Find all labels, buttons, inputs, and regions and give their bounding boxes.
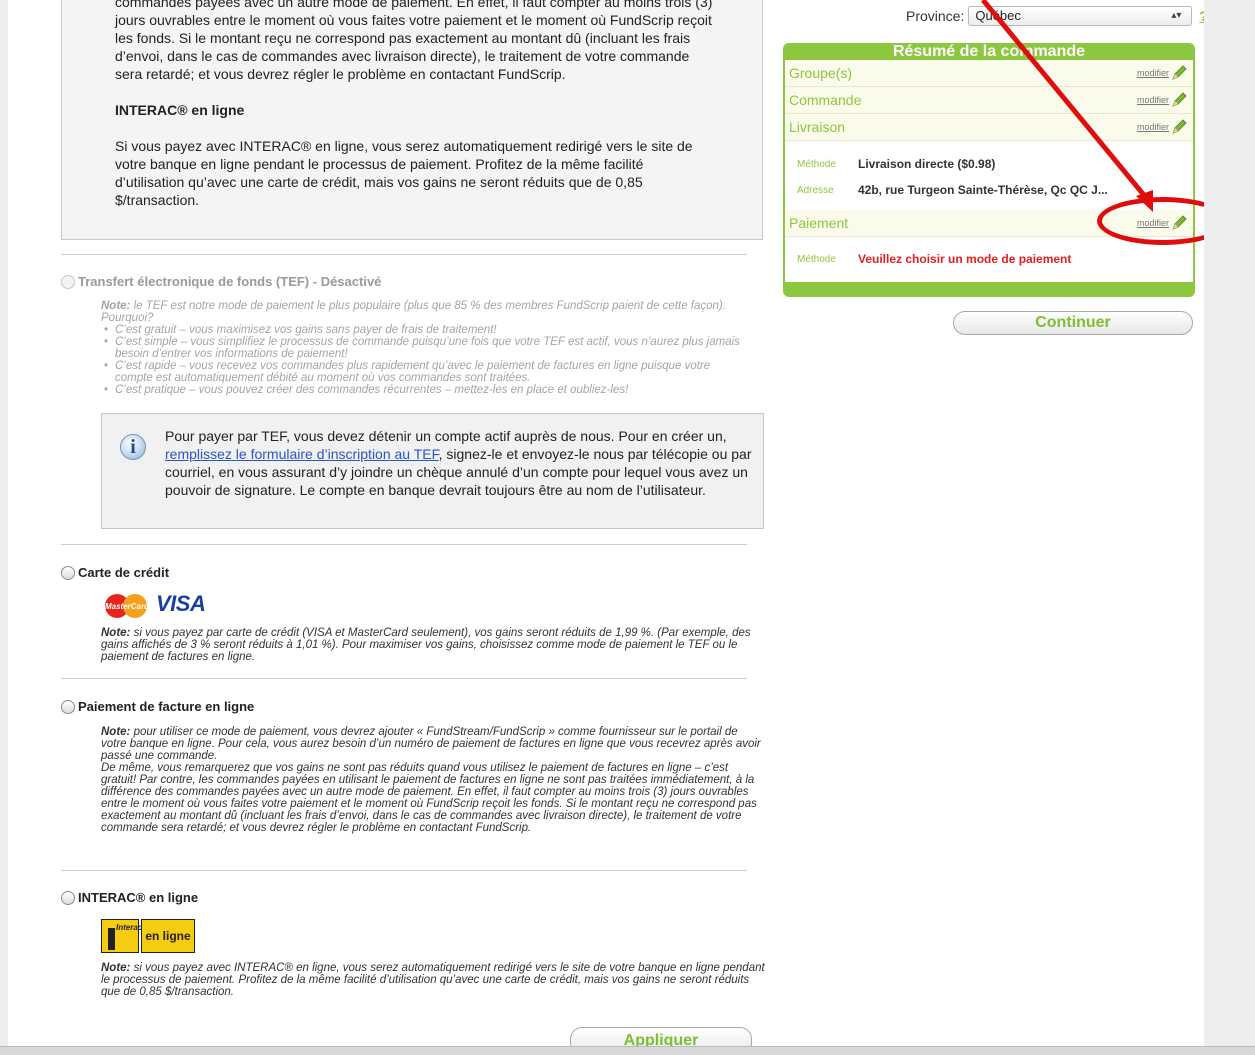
bill-payment-label: Paiement de facture en ligne	[78, 699, 255, 714]
tef-info-box: i Pour payer par TEF, vous devez détenir…	[101, 413, 764, 529]
option-tef: Transfert électronique de fonds (TEF) - …	[61, 274, 381, 289]
bill-payment-note-text-2: De même, vous remarquerez que vos gains …	[101, 762, 757, 834]
list-item: C’est pratique – vous pouvez créer des c…	[104, 384, 751, 396]
divider	[61, 870, 747, 871]
interac-note: Note: si vous payez avec INTERAC® en lig…	[101, 962, 766, 998]
tef-info-text: Pour payer par TEF, vous devez détenir u…	[165, 427, 755, 499]
option-credit-card[interactable]: Carte de crédit	[61, 565, 169, 580]
bill-payment-note-text-1: pour utiliser ce mode de paiement, vous …	[101, 726, 761, 762]
payment-method-warning: Veuillez choisir un mode de paiement	[858, 252, 1072, 266]
visa-logo: VISA	[156, 591, 206, 616]
interac-logo-mark: Interac	[101, 919, 143, 953]
option-bill-payment[interactable]: Paiement de facture en ligne	[61, 699, 254, 714]
divider	[61, 678, 747, 679]
list-item: C’est simple – vous simplifiez le proces…	[104, 336, 751, 360]
payment-method: Méthode Veuillez choisir un mode de paie…	[797, 252, 1071, 266]
interac-logo-small-text: Interac	[116, 923, 143, 932]
interac-details-text: Si vous payez avec INTERAC® en ligne, vo…	[115, 138, 693, 208]
mastercard-logo: MasterCard	[105, 594, 150, 618]
interac-logo: Interac en ligne	[101, 919, 197, 953]
list-item: C’est gratuit – vous maximisez vos gains…	[104, 324, 751, 336]
interac-note-text: si vous payez avec INTERAC® en ligne, vo…	[101, 962, 765, 998]
tef-note-intro: le TEF est notre mode de paiement le plu…	[101, 300, 726, 324]
divider	[61, 544, 747, 545]
mastercard-logo-text: MasterCard	[105, 602, 150, 611]
apply-button[interactable]: Appliquer	[570, 1027, 752, 1046]
interac-radio[interactable]	[61, 890, 75, 905]
summary-row-label: Paiement	[789, 215, 849, 231]
detail-key: Adresse	[797, 184, 834, 196]
credit-card-radio[interactable]	[61, 565, 75, 580]
summary-row-label: Commande	[789, 92, 862, 108]
bill-payment-details-text: commandes payées avec un autre mode de p…	[115, 0, 713, 82]
bill-payment-note: Note: pour utiliser ce mode de paiement,…	[101, 726, 761, 834]
payment-info-box: commandes payées avec un autre mode de p…	[61, 0, 763, 240]
interac-label: INTERAC® en ligne	[78, 890, 199, 905]
detail-key: Méthode	[797, 158, 836, 170]
credit-card-note: Note: si vous payez par carte de crédit …	[101, 627, 761, 663]
credit-card-label: Carte de crédit	[78, 565, 170, 580]
interac-logo-text: en ligne	[141, 919, 195, 953]
tef-radio	[61, 274, 75, 289]
province-label: Province:	[906, 8, 965, 24]
note-label: Note:	[101, 300, 131, 312]
note-label: Note:	[101, 627, 131, 639]
bill-payment-radio[interactable]	[61, 699, 75, 714]
info-text-before: Pour payer par TEF, vous devez détenir u…	[165, 428, 727, 444]
summary-row-label: Groupe(s)	[789, 65, 853, 81]
interac-heading: INTERAC® en ligne	[115, 102, 245, 118]
continue-button[interactable]: Continuer	[953, 311, 1193, 335]
page: commandes payées avec un autre mode de p…	[8, 0, 1204, 1046]
tef-label: Transfert électronique de fonds (TEF) - …	[78, 274, 382, 289]
list-item: C’est rapide – vous recevez vos commande…	[104, 360, 751, 384]
tef-note: Note: le TEF est notre mode de paiement …	[101, 300, 751, 396]
summary-row-label: Livraison	[789, 119, 846, 135]
credit-card-note-text: si vous payez par carte de crédit (VISA …	[101, 627, 751, 663]
callout-arrow	[981, 0, 1153, 212]
info-icon: i	[120, 434, 146, 460]
detail-key: Méthode	[797, 253, 836, 265]
option-interac[interactable]: INTERAC® en ligne	[61, 890, 198, 905]
tef-benefits-list: C’est gratuit – vous maximisez vos gains…	[101, 324, 751, 396]
tef-registration-form-link[interactable]: remplissez le formulaire d’inscription a…	[165, 446, 439, 462]
note-label: Note:	[101, 962, 131, 974]
note-label: Note:	[101, 726, 131, 738]
divider	[61, 254, 747, 255]
